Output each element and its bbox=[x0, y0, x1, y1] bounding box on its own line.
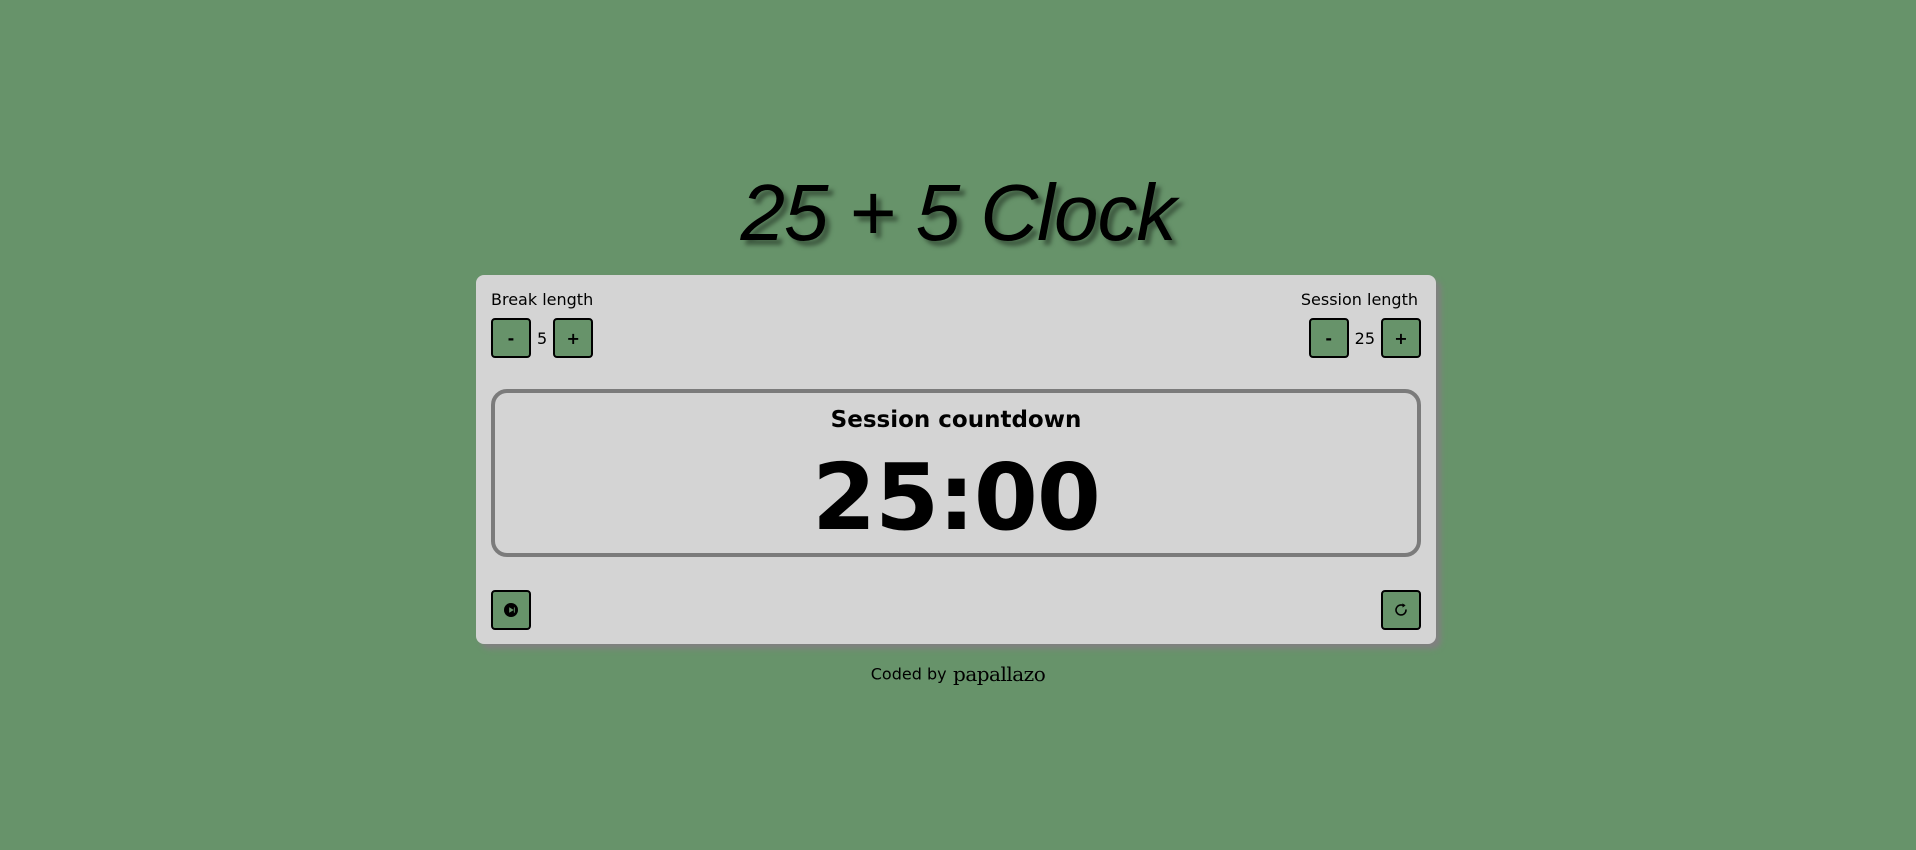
session-increment-button[interactable]: + bbox=[1381, 318, 1421, 358]
session-length-label: Session length bbox=[1300, 290, 1418, 309]
app-title: 25 + 5 Clock bbox=[740, 168, 1177, 257]
break-increment-button[interactable]: + bbox=[553, 318, 594, 358]
timer-display: Session countdown 25:00 bbox=[491, 389, 1421, 557]
refresh-icon bbox=[1393, 602, 1409, 618]
author-logo[interactable]: papallazo bbox=[953, 662, 1046, 686]
session-length-controls: - 25 + bbox=[1308, 318, 1421, 358]
clock-card: Break length - 5 + Session length - 25 +… bbox=[476, 275, 1436, 644]
footer-credit-text: Coded by bbox=[870, 664, 947, 684]
start-stop-button[interactable] bbox=[491, 590, 531, 630]
break-length-controls: - 5 + bbox=[491, 318, 594, 358]
break-decrement-button[interactable]: - bbox=[491, 318, 531, 358]
timer-label: Session countdown bbox=[830, 407, 1082, 433]
play-pause-icon bbox=[504, 603, 518, 617]
timer-value: 25:00 bbox=[812, 444, 1101, 551]
reset-button[interactable] bbox=[1381, 590, 1421, 630]
session-decrement-button[interactable]: - bbox=[1308, 318, 1349, 358]
footer: Coded by papallazo bbox=[0, 662, 1916, 686]
break-length-value: 5 bbox=[537, 328, 548, 348]
page: 25 + 5 Clock Break length - 5 + Session … bbox=[0, 0, 1916, 850]
break-length-label: Break length bbox=[491, 290, 594, 309]
session-length-value: 25 bbox=[1354, 328, 1375, 348]
